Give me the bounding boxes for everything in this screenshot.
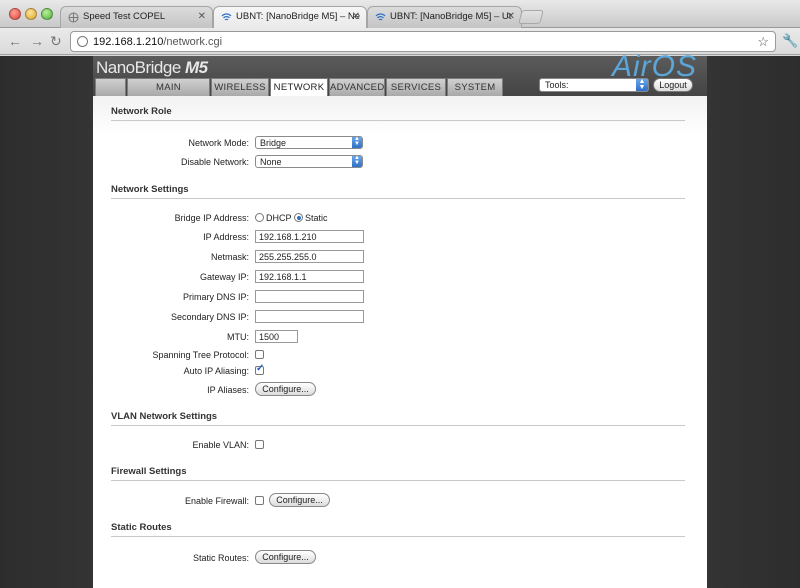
section-divider — [111, 480, 685, 481]
product-logo: NanoBridge M5 — [96, 58, 208, 77]
netmask-input[interactable]: 255.255.255.0 — [255, 250, 364, 263]
tab-label: Speed Test COPEL — [83, 11, 166, 22]
network-mode-label: Network Mode: — [188, 138, 249, 148]
enable-vlan-label: Enable VLAN: — [192, 440, 249, 450]
tab-logo[interactable] — [95, 78, 126, 96]
primary-dns-label: Primary DNS IP: — [182, 292, 249, 302]
dhcp-label: DHCP — [266, 213, 292, 223]
section-divider — [111, 198, 685, 199]
tab-services[interactable]: SERVICES — [386, 78, 446, 96]
tab-wireless[interactable]: WIRELESS — [211, 78, 269, 96]
disable-network-select[interactable]: None ▲ ▼ — [255, 155, 363, 168]
bookmark-star-icon[interactable]: ☆ — [757, 34, 769, 50]
disable-network-label: Disable Network: — [180, 157, 249, 167]
wifi-icon — [375, 13, 386, 21]
tab-label: UBNT: [NanoBridge M5] – Ne — [236, 11, 361, 22]
static-label: Static — [305, 213, 328, 223]
tab-network[interactable]: NETWORK — [270, 78, 328, 97]
section-divider — [111, 425, 685, 426]
new-tab-button[interactable] — [518, 10, 544, 24]
browser-titlebar: Speed Test COPEL ✕ UBNT: [NanoBridge M5]… — [0, 0, 800, 29]
globe-icon — [68, 12, 79, 23]
close-tab-icon[interactable]: ✕ — [198, 11, 206, 22]
mtu-input[interactable]: 1500 — [255, 330, 298, 343]
address-bar[interactable]: 192.168.1.210/network.cgi ☆ — [70, 31, 776, 52]
section-title-network-role: Network Role — [111, 106, 172, 117]
auto-ip-aliasing-label: Auto IP Aliasing: — [183, 366, 249, 376]
auto-ip-aliasing-checkbox[interactable] — [255, 363, 264, 375]
maximize-window-button[interactable] — [41, 8, 53, 20]
enable-vlan-checkbox[interactable] — [255, 440, 264, 449]
section-divider — [111, 536, 685, 537]
tab-system[interactable]: SYSTEM — [447, 78, 503, 96]
dropdown-arrow-icon: ▲ ▼ — [636, 78, 648, 91]
tab-main[interactable]: MAIN — [127, 78, 210, 96]
section-divider — [111, 120, 685, 121]
close-tab-icon[interactable]: ✕ — [507, 11, 515, 22]
web-page: NanoBridge M5 AirOS MAIN WIRELESS NETWOR… — [0, 50, 800, 588]
netmask-label: Netmask: — [210, 252, 249, 262]
reload-icon[interactable]: ↻ — [50, 33, 62, 50]
section-title-static-routes: Static Routes — [111, 522, 172, 533]
dropdown-arrow-icon: ▲ ▼ — [352, 155, 362, 167]
forward-arrow-icon[interactable]: → — [30, 33, 44, 49]
section-title-vlan: VLAN Network Settings — [111, 411, 218, 422]
back-arrow-icon[interactable]: ← — [8, 33, 22, 49]
url-text: 192.168.1.210/network.cgi — [93, 36, 223, 48]
static-routes-label: Static Routes: — [192, 553, 249, 563]
tools-label: Tools: — [545, 80, 569, 90]
enable-firewall-checkbox[interactable] — [255, 496, 264, 505]
browser-tab-utilities[interactable]: UBNT: [NanoBridge M5] – Ut ✕ — [367, 6, 522, 28]
static-routes-configure-button[interactable]: Configure... — [255, 550, 316, 564]
minimize-window-button[interactable] — [25, 8, 37, 20]
mtu-label: MTU: — [227, 332, 249, 342]
dhcp-radio[interactable] — [255, 213, 264, 222]
wifi-icon — [221, 13, 232, 21]
ip-address-label: IP Address: — [203, 232, 249, 242]
tab-advanced[interactable]: ADVANCED — [329, 78, 385, 96]
ip-address-input[interactable]: 192.168.1.210 — [255, 230, 364, 243]
network-mode-select[interactable]: Bridge ▲ ▼ — [255, 136, 363, 149]
logout-button[interactable]: Logout — [653, 78, 693, 92]
gateway-label: Gateway IP: — [199, 272, 249, 282]
tab-label: UBNT: [NanoBridge M5] – Ut — [390, 11, 512, 22]
secondary-dns-label: Secondary DNS IP: — [170, 312, 249, 322]
static-radio[interactable] — [294, 213, 303, 222]
browser-tab-speedtest[interactable]: Speed Test COPEL ✕ — [60, 6, 213, 28]
browser-tab-network[interactable]: UBNT: [NanoBridge M5] – Ne ✕ — [213, 6, 367, 29]
section-title-firewall: Firewall Settings — [111, 466, 187, 477]
close-tab-icon[interactable]: ✕ — [352, 11, 360, 22]
primary-dns-input[interactable] — [255, 290, 364, 303]
secondary-dns-input[interactable] — [255, 310, 364, 323]
enable-firewall-label: Enable Firewall: — [184, 496, 249, 506]
tools-dropdown[interactable]: Tools: ▲ ▼ — [539, 78, 649, 92]
ip-aliases-label: IP Aliases: — [207, 385, 249, 395]
dropdown-arrow-icon: ▲ ▼ — [352, 136, 362, 148]
network-mode-value: Bridge — [260, 138, 287, 148]
disable-network-value: None — [260, 157, 282, 167]
section-title-network-settings: Network Settings — [111, 184, 189, 195]
wrench-icon[interactable]: 🔧 — [782, 33, 798, 49]
close-window-button[interactable] — [9, 8, 21, 20]
page-icon — [77, 36, 88, 47]
ip-aliases-configure-button[interactable]: Configure... — [255, 382, 316, 396]
stp-checkbox[interactable] — [255, 350, 264, 359]
firewall-configure-button[interactable]: Configure... — [269, 493, 330, 507]
bridge-ip-label: Bridge IP Address: — [174, 213, 249, 223]
settings-panel: Network Role Network Mode: Bridge ▲ ▼ Dis… — [93, 96, 707, 588]
stp-label: Spanning Tree Protocol: — [152, 350, 249, 360]
gateway-input[interactable]: 192.168.1.1 — [255, 270, 364, 283]
